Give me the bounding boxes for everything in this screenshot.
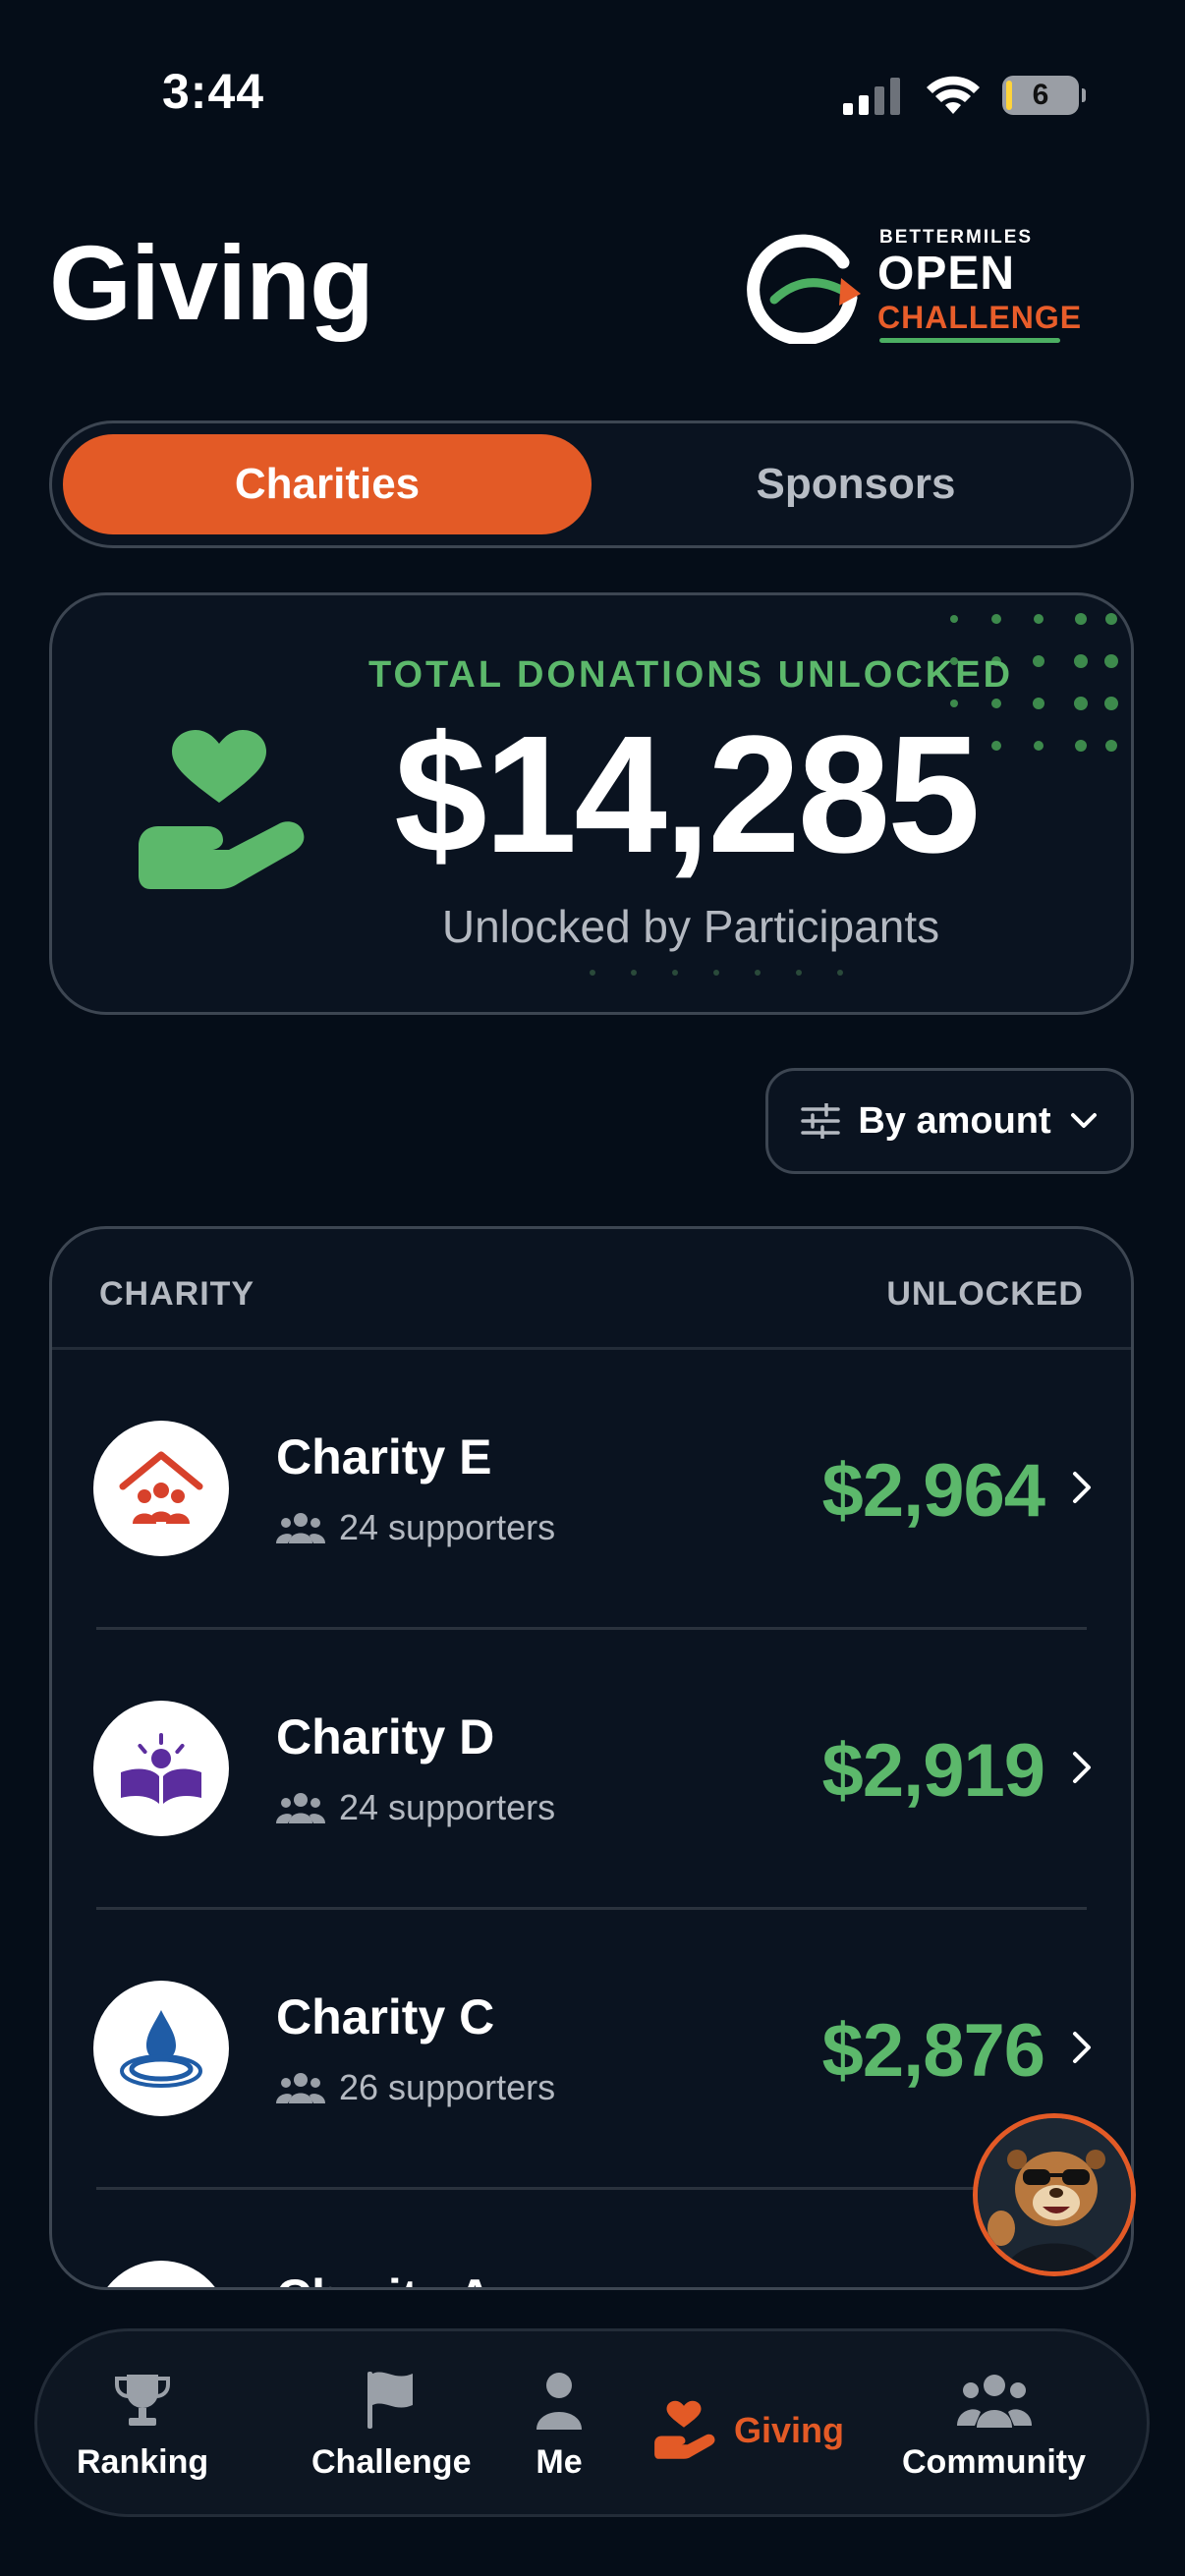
total-label: TOTAL DONATIONS UNLOCKED <box>367 654 1014 696</box>
supporters-count: 24 supporters <box>276 1787 555 1828</box>
group-icon <box>956 2375 1032 2428</box>
logo-middle-text: OPEN <box>877 248 1016 300</box>
charity-name: Charity C <box>276 1989 495 2044</box>
charity-row[interactable]: Charity D 24 supporters $2,919 <box>52 1630 1131 1910</box>
nav-challenge-label: Challenge <box>311 2443 472 2481</box>
battery-level: 6 <box>1032 79 1049 111</box>
nav-ranking-label: Ranking <box>77 2443 209 2481</box>
status-icons: 6 <box>841 75 1086 116</box>
list-header: CHARITY UNLOCKED <box>52 1229 1131 1350</box>
trophy-icon <box>115 2375 171 2426</box>
unlocked-amount: $2,964 <box>821 1449 1045 1533</box>
chevron-right-icon <box>1073 2032 1091 2063</box>
total-donations-card: TOTAL DONATIONS UNLOCKED $14,285 Unlocke… <box>49 592 1134 1015</box>
sliders-icon <box>801 1103 841 1139</box>
challenge-logo-mark-icon <box>747 234 861 344</box>
tab-sponsors[interactable]: Sponsors <box>592 434 1120 534</box>
supporters-text: 24 supporters <box>339 1507 556 1547</box>
column-unlocked: UNLOCKED <box>886 1275 1084 1313</box>
book-icon <box>121 1733 201 1804</box>
flag-icon <box>367 2372 414 2429</box>
nav-giving[interactable]: Giving <box>651 2400 844 2461</box>
unlocked-amount: $2,876 <box>821 2009 1045 2093</box>
chevron-right-icon <box>1073 1752 1091 1783</box>
unlocked-amount: $2,919 <box>821 1729 1045 1813</box>
charity-a-icon <box>117 2289 205 2290</box>
charity-avatar <box>93 1981 229 2116</box>
nav-giving-label: Giving <box>734 2410 845 2450</box>
sort-button[interactable]: By amount <box>765 1068 1134 1174</box>
chevron-right-icon <box>1073 1472 1091 1503</box>
charity-name: Charity E <box>276 1429 492 1484</box>
charity-avatar <box>93 2261 229 2290</box>
supporters-icon <box>276 2073 325 2103</box>
charity-row[interactable]: Charity E 24 supporters $2,964 <box>52 1350 1131 1630</box>
bettermiles-logo: BETTERMILES OPEN CHALLENGE <box>745 221 1089 349</box>
otter-mascot-icon <box>978 2118 1131 2271</box>
person-icon <box>536 2373 582 2430</box>
house-people-icon <box>119 1451 203 1524</box>
logo-underline <box>879 338 1060 343</box>
nav-community[interactable]: Community <box>902 2369 1086 2482</box>
column-charity: CHARITY <box>99 1275 255 1313</box>
giving-tabs: Charities Sponsors <box>49 420 1134 548</box>
heart-hand-icon <box>139 730 305 889</box>
charity-name: Charity A <box>276 2268 492 2287</box>
charity-row[interactable]: Charity A <box>52 2190 1131 2290</box>
supporters-icon <box>276 1513 325 1543</box>
battery-icon: 6 <box>1002 76 1086 115</box>
decorative-dots-bottom <box>590 970 843 976</box>
giving-screen: 3:44 6 Giving BETTERMILES OPEN CHALLENGE… <box>0 0 1185 2576</box>
sort-label: By amount <box>858 1099 1051 1142</box>
nav-me[interactable]: Me <box>535 2369 584 2482</box>
chevron-down-icon <box>1070 1113 1097 1128</box>
charity-row[interactable]: Charity C 26 supporters $2,876 <box>52 1910 1131 2190</box>
supporters-count: 26 supporters <box>276 2067 555 2108</box>
supporters-count: 24 supporters <box>276 1507 555 1548</box>
total-subtitle: Unlocked by Participants <box>441 901 940 952</box>
charity-avatar <box>93 1701 229 1836</box>
supporters-text: 24 supporters <box>339 1787 556 1827</box>
charity-avatar <box>93 1421 229 1556</box>
charity-list: CHARITY UNLOCKED Charity E 24 supporters… <box>49 1226 1134 2290</box>
logo-bottom-text: CHALLENGE <box>877 300 1083 335</box>
nav-me-label: Me <box>536 2443 583 2481</box>
bottom-navigation: Ranking Challenge Me Giving Community <box>34 2328 1150 2517</box>
nav-ranking[interactable]: Ranking <box>77 2369 208 2482</box>
charity-name: Charity D <box>276 1709 495 1764</box>
tab-charities[interactable]: Charities <box>63 434 592 534</box>
supporters-icon <box>276 1793 325 1823</box>
nav-community-label: Community <box>902 2443 1086 2481</box>
cellular-signal-icon <box>843 78 900 115</box>
heart-hand-icon <box>654 2400 715 2459</box>
wifi-icon <box>927 76 980 114</box>
page-title: Giving <box>49 223 374 342</box>
logo-top-text: BETTERMILES <box>879 227 1034 248</box>
status-time: 3:44 <box>162 64 265 119</box>
water-drop-icon <box>120 2010 202 2088</box>
nav-challenge[interactable]: Challenge <box>311 2369 471 2482</box>
supporters-text: 26 supporters <box>339 2067 556 2107</box>
mascot-assistant-button[interactable] <box>973 2113 1136 2276</box>
total-amount: $14,285 <box>394 701 981 888</box>
